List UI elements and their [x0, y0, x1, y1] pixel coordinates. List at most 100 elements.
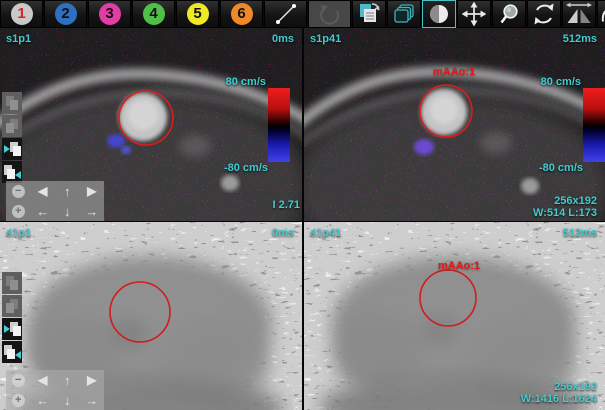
first-phase-button[interactable] [2, 272, 22, 294]
numbered-circle-3: 3 [99, 3, 121, 25]
phase-set-2-button[interactable]: 2 [44, 0, 87, 28]
pan-right-button[interactable]: → [80, 201, 105, 221]
resolution-label: 256x192 [521, 381, 597, 393]
flip-horizontal-icon [565, 1, 593, 27]
pan-right-button[interactable]: → [80, 390, 105, 410]
line-measure-button[interactable] [264, 0, 307, 28]
numbered-circle-1: 1 [11, 3, 33, 25]
arrow-right-icon: → [85, 393, 98, 408]
pan-zoom-pad: − ◀ ↑ ▶ + ← ↓ → [6, 370, 104, 410]
step-forward-button[interactable]: ▶ [80, 181, 105, 201]
colorbar-min-label: -80 cm/s [224, 162, 268, 174]
copy-prev-icon [2, 341, 22, 363]
colorbar-max-label: 80 cm/s [541, 76, 581, 88]
colorbar-min-label: -80 cm/s [539, 162, 583, 174]
phase-set-1-button[interactable]: 1 [0, 0, 43, 28]
pan-left-button[interactable]: ← [31, 201, 56, 221]
pan-down-button[interactable]: ↓ [55, 201, 80, 221]
copy-next-icon [2, 138, 22, 160]
window-level-label: W:1416 L:1624 [521, 393, 597, 405]
undo-icon [318, 2, 342, 26]
numbered-circle-5: 5 [187, 3, 209, 25]
pan-up-button[interactable]: ↑ [55, 370, 80, 390]
zoom-in-button[interactable]: + [6, 390, 31, 410]
toolbar: 1 2 3 4 5 6 [0, 0, 605, 28]
arrow-left-icon: ← [36, 204, 49, 219]
circle-plus-icon: + [12, 394, 25, 407]
measurement-value-label: I 2.71 [272, 199, 300, 211]
arrow-down-icon: ↓ [64, 204, 71, 219]
pan-arrows-icon [462, 2, 486, 26]
copy-to-prev-button[interactable] [2, 341, 22, 363]
cut-off-tool-button[interactable] [597, 0, 605, 28]
phase-set-6-button[interactable]: 6 [220, 0, 263, 28]
zoom-in-button[interactable]: + [6, 201, 31, 221]
pan-zoom-pad: − ◀ ↑ ▶ + ← ↓ → [6, 181, 104, 221]
window-level-label: W:514 L:173 [533, 207, 597, 219]
circle-plus-icon: + [12, 205, 25, 218]
arrow-up-icon: ↑ [64, 373, 71, 388]
phase-set-5-button[interactable]: 5 [176, 0, 219, 28]
triangle-right-icon: ▶ [87, 373, 96, 387]
pan-button[interactable] [457, 0, 491, 28]
trigger-time-label: 512ms [563, 227, 597, 239]
resolution-label: 256x192 [533, 195, 597, 207]
cut-off-tool-icon [598, 1, 605, 27]
velocity-colorbar [268, 88, 290, 162]
rotate-sync-button[interactable] [527, 0, 561, 28]
copy-next-icon [2, 318, 22, 340]
contrast-icon [427, 2, 451, 26]
first-phase-button[interactable] [2, 92, 22, 114]
copy-to-next-button[interactable] [2, 138, 22, 160]
image-nav-column [2, 272, 22, 363]
phase-set-3-button[interactable]: 3 [88, 0, 131, 28]
line-measure-icon [274, 2, 298, 26]
panel-phase-image-phase41[interactable]: s1p41 512ms mAAo:1 256x192 W:1416 L:1624 [304, 222, 605, 410]
step-back-button[interactable]: ◀ [31, 181, 56, 201]
phase-set-4-button[interactable]: 4 [132, 0, 175, 28]
step-back-button[interactable]: ◀ [31, 370, 56, 390]
circle-minus-icon: − [12, 374, 25, 387]
series-phase-label: s1p1 [6, 33, 31, 45]
series-phase-label: s1p41 [310, 227, 341, 239]
pan-left-button[interactable]: ← [31, 390, 56, 410]
flow-analysis-window: 1 2 3 4 5 6 [0, 0, 605, 410]
arrow-up-icon: ↑ [64, 184, 71, 199]
pan-up-button[interactable]: ↑ [55, 181, 80, 201]
image-viewport-grid: s1p1 0ms 80 cm/s -80 cm/s I 2.71 [0, 28, 605, 410]
trigger-time-label: 0ms [272, 33, 294, 45]
roi-name-label: mAAo:1 [438, 260, 480, 272]
image-info-block: 256x192 W:1416 L:1624 [521, 381, 597, 405]
circle-minus-icon: − [12, 185, 25, 198]
triangle-right-icon: ▶ [87, 184, 96, 198]
step-forward-button[interactable]: ▶ [80, 370, 105, 390]
triangle-left-icon: ◀ [38, 373, 47, 387]
flip-horizontal-button[interactable] [562, 0, 596, 28]
zoom-out-button[interactable]: − [6, 181, 31, 201]
series-phase-label: s1p41 [310, 33, 341, 45]
copy-to-prev-button[interactable] [2, 161, 22, 183]
copy-prev-icon [2, 161, 22, 183]
colorbar-max-label: 80 cm/s [226, 76, 266, 88]
zoom-out-button[interactable]: − [6, 370, 31, 390]
undo-button[interactable] [308, 0, 351, 28]
copy-to-next-button[interactable] [2, 318, 22, 340]
layer-stack-button[interactable] [387, 0, 421, 28]
last-phase-button[interactable] [2, 115, 22, 137]
contrast-button[interactable] [422, 0, 456, 28]
panel-phase-image-phase1[interactable]: s1p1 0ms [0, 222, 302, 410]
pan-down-button[interactable]: ↓ [55, 390, 80, 410]
roi-name-label: mAAo:1 [433, 66, 475, 78]
last-phase-button[interactable] [2, 295, 22, 317]
triangle-left-icon: ◀ [38, 184, 47, 198]
magnitude-image-phase41[interactable] [304, 28, 605, 221]
rotate-sync-icon [531, 1, 557, 27]
panel-magnitude-phase1[interactable]: s1p1 0ms 80 cm/s -80 cm/s I 2.71 [0, 28, 302, 221]
copy-pages-icon [356, 1, 382, 27]
image-nav-column [2, 92, 22, 183]
numbered-circle-6: 6 [231, 3, 253, 25]
last-phase-icon [2, 115, 22, 137]
copy-annotations-button[interactable] [352, 0, 386, 28]
panel-magnitude-phase41[interactable]: s1p41 512ms mAAo:1 80 cm/s -80 cm/s 256x… [304, 28, 605, 221]
zoom-button[interactable] [492, 0, 526, 28]
